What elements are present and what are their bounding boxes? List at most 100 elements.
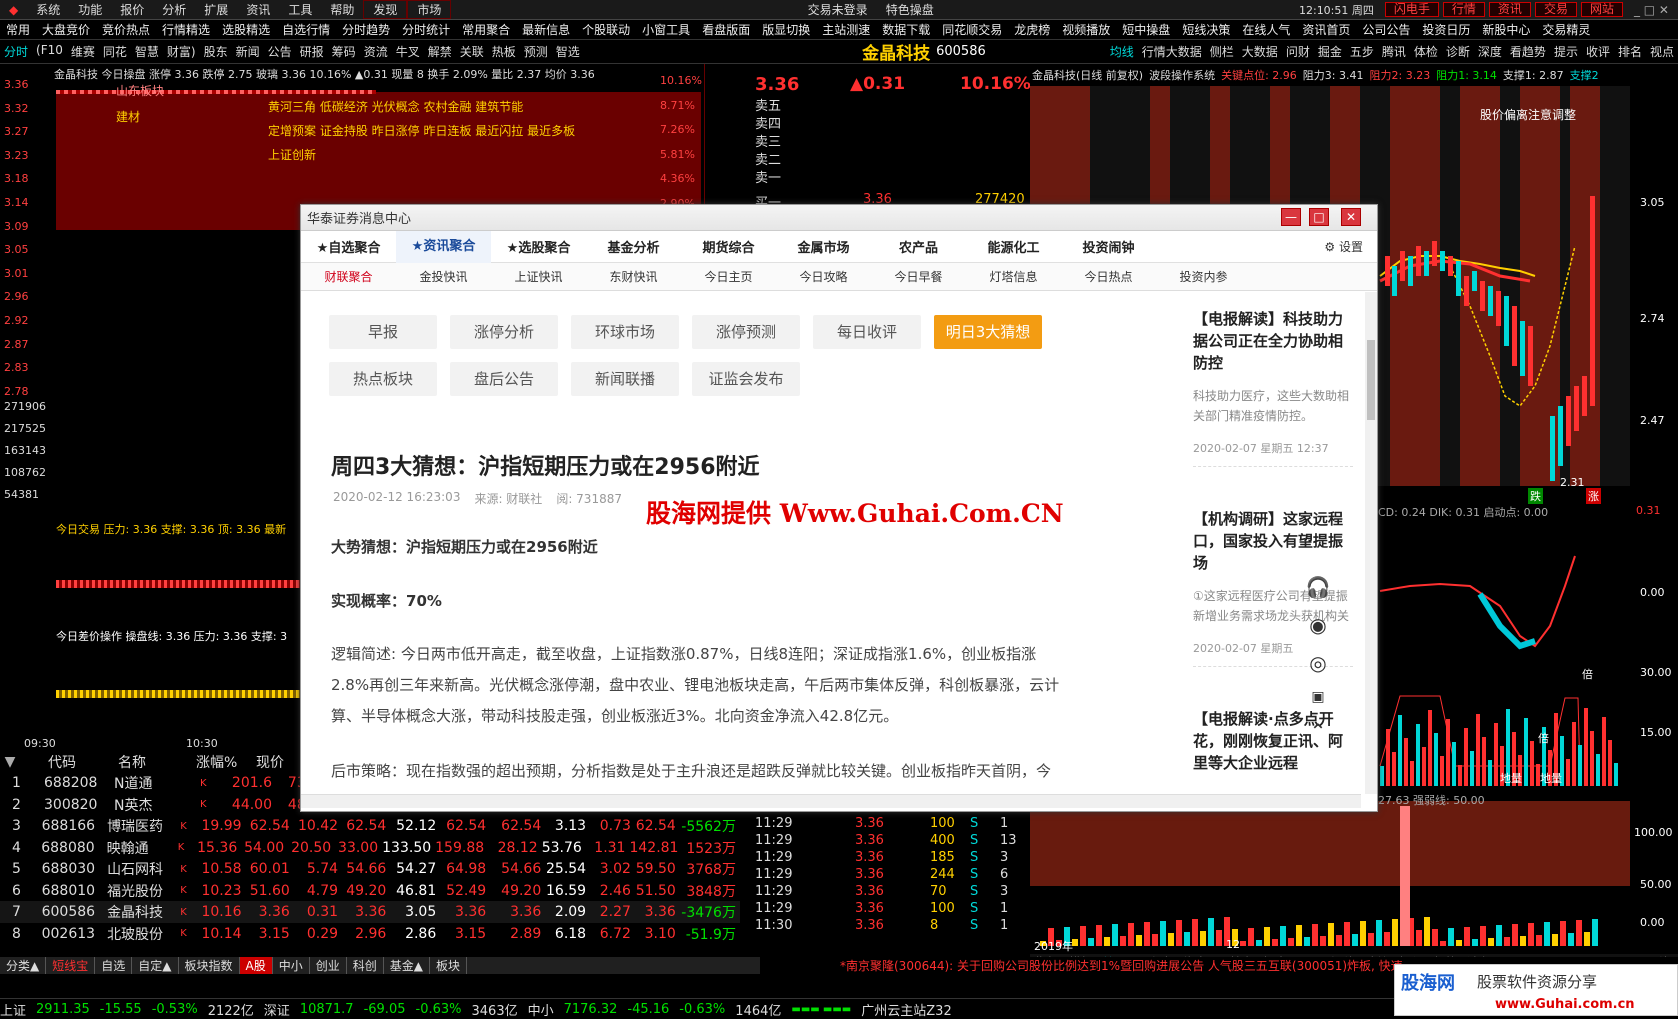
shortcut-16[interactable]: 同花顺交易 <box>936 21 1008 38</box>
weibo-icon[interactable]: ◉ <box>1309 613 1326 637</box>
login-status[interactable]: 交易未登录 <box>799 1 877 18</box>
category-pill-5[interactable]: 明日3大猜想 <box>934 315 1042 349</box>
kline-tool-13[interactable]: 收评 <box>1582 43 1614 60</box>
shortcut-12[interactable]: 看盘版面 <box>696 21 756 38</box>
bottom-tab-8[interactable]: 科创 <box>347 957 384 974</box>
maximize-button[interactable]: □ <box>1309 208 1329 226</box>
kline-tool-12[interactable]: 提示 <box>1550 43 1582 60</box>
menu-analysis[interactable]: 分析 <box>153 1 195 18</box>
bottom-tab-4[interactable]: 板块指数 <box>179 957 240 974</box>
shortcut-23[interactable]: 公司公告 <box>1356 21 1416 38</box>
side-news-title[interactable]: 【机构调研】这家远程口，国家投入有望提振场 <box>1193 508 1353 574</box>
shortcut-19[interactable]: 短中操盘 <box>1116 21 1176 38</box>
back-to-top-icon[interactable]: ⌃ <box>1310 719 1327 743</box>
stock-tab-15[interactable]: 热板 <box>488 43 520 60</box>
kline-tool-0[interactable]: 均线 <box>1106 43 1138 60</box>
special-trade[interactable]: 特色操盘 <box>877 1 943 18</box>
table-row[interactable]: 7 600586 金晶科技 K 10.16 3.36 0.31 3.36 3.05 3.36 3.3… <box>0 901 740 923</box>
stock-tab-13[interactable]: 解禁 <box>424 43 456 60</box>
bottom-tab-5[interactable]: A股 <box>239 957 273 974</box>
bottom-tab-1[interactable]: 短线宝 <box>46 957 96 974</box>
stock-tab-16[interactable]: 预测 <box>520 43 552 60</box>
stock-tab-5[interactable]: 财富) <box>163 43 200 60</box>
stock-tab-1[interactable]: (F10 <box>32 43 67 60</box>
shortcut-20[interactable]: 短线决策 <box>1176 21 1236 38</box>
nav-secondary-7[interactable]: 灯塔信息 <box>966 268 1061 285</box>
kline-tool-3[interactable]: 大数据 <box>1238 43 1282 60</box>
menu-extend[interactable]: 扩展 <box>195 1 237 18</box>
app-icon[interactable]: ▣ <box>1311 689 1324 705</box>
minimize-button[interactable]: — <box>1281 208 1301 226</box>
menu-system[interactable]: 系统 <box>27 1 69 18</box>
stock-tab-10[interactable]: 筹码 <box>328 43 360 60</box>
stock-tab-17[interactable]: 智选 <box>552 43 584 60</box>
shortcut-22[interactable]: 资讯首页 <box>1296 21 1356 38</box>
kline-tool-10[interactable]: 深度 <box>1474 43 1506 60</box>
category-pill-6[interactable]: 热点板块 <box>329 362 437 396</box>
bottom-tab-3[interactable]: 自定▲ <box>132 957 179 974</box>
shortcut-3[interactable]: 行情精选 <box>156 21 216 38</box>
kline-tool-8[interactable]: 体检 <box>1410 43 1442 60</box>
zx-label[interactable]: 中小 <box>528 1000 554 1019</box>
table-row[interactable]: 3 688166 博瑞医药 K 19.99 62.54 10.42 62.54 52.12 62.… <box>0 815 740 837</box>
menu-quote[interactable]: 报价 <box>111 1 153 18</box>
category-pill-2[interactable]: 环球市场 <box>571 315 679 349</box>
window-controls[interactable]: _ □ ✕ <box>1625 3 1678 17</box>
nav-primary-5[interactable]: 金属市场 <box>776 237 871 256</box>
horizontal-scrollbar[interactable] <box>301 794 1361 808</box>
shortcut-9[interactable]: 最新信息 <box>516 21 576 38</box>
shortcut-2[interactable]: 竞价热点 <box>96 21 156 38</box>
flash-button[interactable]: 闪电手 <box>1384 2 1439 17</box>
bottom-tab-10[interactable]: 板块 <box>430 957 468 974</box>
stock-tab-4[interactable]: 智慧 <box>131 43 163 60</box>
kline-tool-9[interactable]: 诊断 <box>1442 43 1474 60</box>
stock-tab-2[interactable]: 维赛 <box>67 43 99 60</box>
nav-primary-6[interactable]: 农产品 <box>871 237 966 256</box>
nav-secondary-3[interactable]: 东财快讯 <box>586 268 681 285</box>
shortcut-26[interactable]: 交易精灵 <box>1536 21 1596 38</box>
category-pill-1[interactable]: 涨停分析 <box>450 315 558 349</box>
stock-tab-12[interactable]: 牛叉 <box>392 43 424 60</box>
trade-button[interactable]: 交易 <box>1534 2 1577 17</box>
table-row[interactable]: 6 688010 福光股份 K 10.23 51.60 4.79 49.20 46.81 52.4… <box>0 880 740 902</box>
vertical-scrollbar[interactable] <box>1365 292 1377 794</box>
kline-tool-1[interactable]: 行情大数据 <box>1138 43 1206 60</box>
stock-tab-3[interactable]: 同花 <box>99 43 131 60</box>
shortcut-8[interactable]: 常用聚合 <box>456 21 516 38</box>
stock-tab-14[interactable]: 关联 <box>456 43 488 60</box>
news-button[interactable]: 资讯 <box>1488 2 1531 17</box>
side-news-title[interactable]: 【电报解读】科技助力据公司正在全力协助相防控 <box>1193 308 1353 374</box>
server-station[interactable]: 广州云主站Z32 <box>861 1000 951 1019</box>
nav-secondary-4[interactable]: 今日主页 <box>681 268 776 285</box>
nav-secondary-8[interactable]: 今日热点 <box>1061 268 1156 285</box>
col-pct[interactable]: 涨幅% <box>196 752 256 772</box>
sort-icon[interactable]: ▼ <box>0 754 20 770</box>
menu-market[interactable]: 市场 <box>407 0 452 19</box>
shortcut-1[interactable]: 大盘竞价 <box>36 21 96 38</box>
shortcut-5[interactable]: 自选行情 <box>276 21 336 38</box>
col-name[interactable]: 名称 <box>118 752 196 772</box>
table-row[interactable]: 8 002613 北玻股份 K 10.14 3.15 0.29 2.96 2.86 3.15 2.8… <box>0 923 740 945</box>
col-price[interactable]: 现价 <box>256 752 306 772</box>
stock-tab-8[interactable]: 公告 <box>264 43 296 60</box>
nav-secondary-2[interactable]: 上证快讯 <box>491 268 586 285</box>
table-row[interactable]: 4 688080 映翰通 K 15.36 54.00 20.50 33.00 133.50 159… <box>0 837 740 859</box>
stock-tab-11[interactable]: 资流 <box>360 43 392 60</box>
nav-secondary-5[interactable]: 今日攻略 <box>776 268 871 285</box>
nav-primary-0[interactable]: ★自选聚合 <box>301 237 396 256</box>
shortcut-11[interactable]: 小窗工具 <box>636 21 696 38</box>
shortcut-21[interactable]: 在线人气 <box>1236 21 1296 38</box>
kline-tool-11[interactable]: 看趋势 <box>1506 43 1550 60</box>
shortcut-10[interactable]: 个股联动 <box>576 21 636 38</box>
nav-secondary-1[interactable]: 金投快讯 <box>396 268 491 285</box>
bottom-tab-7[interactable]: 创业 <box>310 957 347 974</box>
shortcut-0[interactable]: 常用 <box>0 21 36 38</box>
shortcut-13[interactable]: 版显切换 <box>756 21 816 38</box>
sh-label[interactable]: 上证 <box>0 1000 26 1019</box>
website-button[interactable]: 网站 <box>1580 2 1623 17</box>
menu-function[interactable]: 功能 <box>69 1 111 18</box>
nav-primary-1[interactable]: ★资讯聚合 <box>396 230 491 263</box>
article-content[interactable]: 早报 涨停分析 环球市场 涨停预测 每日收评 明日3大猜想 热点板块 盘后公告 新闻联播 证监会发… <box>301 292 1161 794</box>
shortcut-14[interactable]: 主站测速 <box>816 21 876 38</box>
nav-primary-3[interactable]: 基金分析 <box>586 237 681 256</box>
